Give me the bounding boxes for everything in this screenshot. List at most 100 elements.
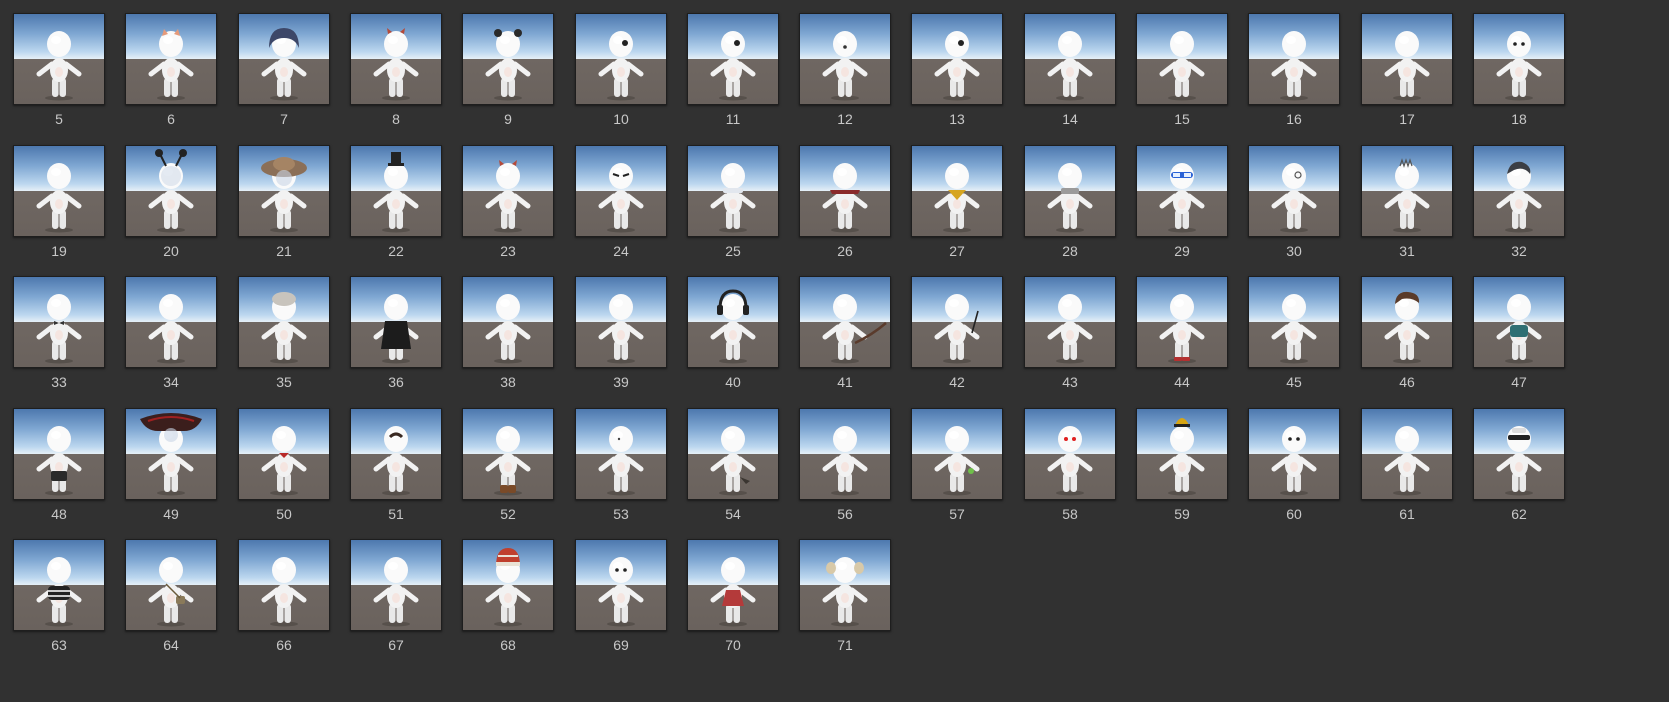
asset-tile[interactable]: 35 (238, 276, 330, 400)
asset-thumbnail[interactable] (1361, 408, 1453, 500)
asset-tile[interactable]: 50 (238, 408, 330, 532)
asset-tile[interactable]: 39 (575, 276, 667, 400)
asset-thumbnail[interactable] (350, 539, 442, 631)
asset-thumbnail[interactable] (1024, 276, 1116, 368)
asset-tile[interactable]: 19 (13, 145, 105, 269)
asset-tile[interactable]: 31 (1361, 145, 1453, 269)
asset-thumbnail[interactable] (911, 145, 1003, 237)
asset-tile[interactable]: 45 (1248, 276, 1340, 400)
asset-thumbnail[interactable] (462, 276, 554, 368)
asset-tile[interactable]: 40 (687, 276, 779, 400)
asset-thumbnail[interactable] (575, 145, 667, 237)
asset-thumbnail[interactable] (238, 145, 330, 237)
asset-thumbnail[interactable] (1136, 276, 1228, 368)
asset-tile[interactable]: 13 (911, 13, 1003, 137)
asset-tile[interactable]: 61 (1361, 408, 1453, 532)
asset-tile[interactable]: 49 (125, 408, 217, 532)
asset-tile[interactable]: 70 (687, 539, 779, 663)
asset-thumbnail[interactable] (238, 276, 330, 368)
asset-thumbnail[interactable] (1136, 145, 1228, 237)
asset-thumbnail[interactable] (687, 276, 779, 368)
asset-thumbnail[interactable] (238, 13, 330, 105)
asset-thumbnail[interactable] (575, 408, 667, 500)
asset-thumbnail[interactable] (1136, 408, 1228, 500)
asset-tile[interactable]: 21 (238, 145, 330, 269)
asset-thumbnail[interactable] (13, 539, 105, 631)
asset-thumbnail[interactable] (238, 408, 330, 500)
asset-tile[interactable]: 6 (125, 13, 217, 137)
asset-thumbnail[interactable] (575, 539, 667, 631)
asset-thumbnail[interactable] (687, 539, 779, 631)
asset-tile[interactable]: 7 (238, 13, 330, 137)
asset-tile[interactable]: 57 (911, 408, 1003, 532)
asset-thumbnail[interactable] (911, 13, 1003, 105)
asset-thumbnail[interactable] (125, 276, 217, 368)
asset-tile[interactable]: 24 (575, 145, 667, 269)
asset-thumbnail[interactable] (13, 408, 105, 500)
asset-tile[interactable]: 20 (125, 145, 217, 269)
asset-thumbnail[interactable] (1473, 13, 1565, 105)
asset-tile[interactable]: 10 (575, 13, 667, 137)
asset-tile[interactable]: 27 (911, 145, 1003, 269)
asset-tile[interactable]: 22 (350, 145, 442, 269)
asset-tile[interactable]: 15 (1136, 13, 1228, 137)
asset-tile[interactable]: 71 (799, 539, 891, 663)
asset-tile[interactable]: 26 (799, 145, 891, 269)
asset-tile[interactable]: 56 (799, 408, 891, 532)
asset-tile[interactable]: 29 (1136, 145, 1228, 269)
asset-thumbnail[interactable] (350, 408, 442, 500)
asset-tile[interactable]: 64 (125, 539, 217, 663)
asset-thumbnail[interactable] (1361, 276, 1453, 368)
asset-tile[interactable]: 16 (1248, 13, 1340, 137)
asset-thumbnail[interactable] (350, 145, 442, 237)
asset-tile[interactable]: 34 (125, 276, 217, 400)
asset-tile[interactable]: 46 (1361, 276, 1453, 400)
asset-tile[interactable]: 48 (13, 408, 105, 532)
asset-tile[interactable]: 67 (350, 539, 442, 663)
asset-thumbnail[interactable] (462, 13, 554, 105)
asset-thumbnail[interactable] (1473, 145, 1565, 237)
asset-tile[interactable]: 11 (687, 13, 779, 137)
asset-thumbnail[interactable] (125, 145, 217, 237)
asset-tile[interactable]: 36 (350, 276, 442, 400)
asset-thumbnail[interactable] (575, 276, 667, 368)
asset-tile[interactable]: 41 (799, 276, 891, 400)
asset-thumbnail[interactable] (350, 13, 442, 105)
asset-tile[interactable]: 42 (911, 276, 1003, 400)
asset-thumbnail[interactable] (1248, 408, 1340, 500)
asset-thumbnail[interactable] (575, 13, 667, 105)
asset-tile[interactable]: 8 (350, 13, 442, 137)
asset-tile[interactable]: 60 (1248, 408, 1340, 532)
asset-tile[interactable]: 53 (575, 408, 667, 532)
asset-tile[interactable]: 68 (462, 539, 554, 663)
asset-thumbnail[interactable] (687, 408, 779, 500)
asset-thumbnail[interactable] (462, 145, 554, 237)
asset-thumbnail[interactable] (1136, 13, 1228, 105)
asset-tile[interactable]: 12 (799, 13, 891, 137)
asset-thumbnail[interactable] (13, 276, 105, 368)
asset-thumbnail[interactable] (799, 408, 891, 500)
asset-tile[interactable]: 5 (13, 13, 105, 137)
asset-thumbnail[interactable] (1473, 276, 1565, 368)
asset-thumbnail[interactable] (1248, 13, 1340, 105)
asset-thumbnail[interactable] (125, 539, 217, 631)
asset-thumbnail[interactable] (125, 13, 217, 105)
asset-tile[interactable]: 32 (1473, 145, 1565, 269)
asset-thumbnail[interactable] (1024, 13, 1116, 105)
asset-tile[interactable]: 9 (462, 13, 554, 137)
asset-tile[interactable]: 25 (687, 145, 779, 269)
asset-tile[interactable]: 54 (687, 408, 779, 532)
asset-tile[interactable]: 33 (13, 276, 105, 400)
asset-tile[interactable]: 66 (238, 539, 330, 663)
asset-thumbnail[interactable] (238, 539, 330, 631)
asset-thumbnail[interactable] (1024, 145, 1116, 237)
asset-tile[interactable]: 28 (1024, 145, 1116, 269)
asset-tile[interactable]: 62 (1473, 408, 1565, 532)
asset-tile[interactable]: 44 (1136, 276, 1228, 400)
asset-tile[interactable]: 38 (462, 276, 554, 400)
asset-tile[interactable]: 17 (1361, 13, 1453, 137)
asset-tile[interactable]: 18 (1473, 13, 1565, 137)
asset-thumbnail[interactable] (911, 408, 1003, 500)
asset-thumbnail[interactable] (1361, 13, 1453, 105)
asset-thumbnail[interactable] (1473, 408, 1565, 500)
